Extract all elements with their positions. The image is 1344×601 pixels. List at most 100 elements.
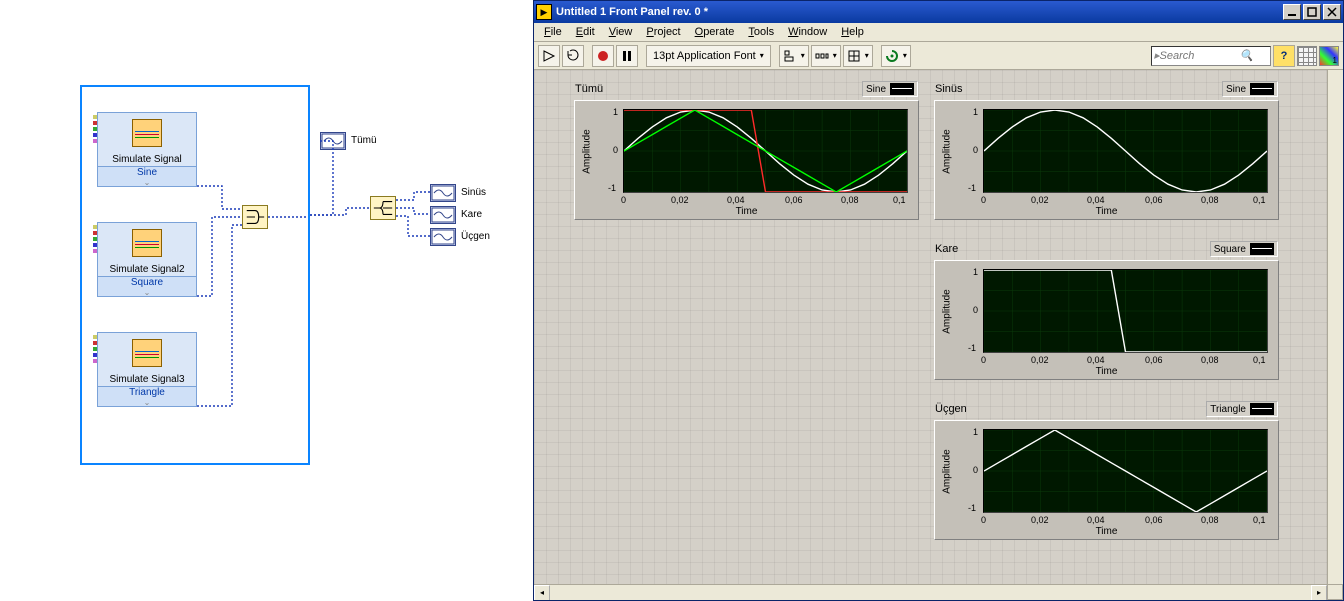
express-vi-icon bbox=[132, 119, 162, 147]
xtick: 0,08 bbox=[1201, 355, 1219, 365]
xtick: 0,08 bbox=[1201, 515, 1219, 525]
search-box[interactable]: ▸ 🔍 bbox=[1151, 46, 1271, 66]
menu-window[interactable]: Window bbox=[782, 25, 833, 39]
grid-toggle-icon[interactable] bbox=[1297, 46, 1317, 66]
close-button[interactable] bbox=[1323, 4, 1341, 20]
toolbar: 13pt Application Font▾ ▾ ▾ ▾ ▾ ▸ 🔍 ? bbox=[534, 42, 1343, 70]
simulate-signal-2[interactable]: Simulate Signal2 Square ⌄ bbox=[97, 222, 197, 297]
vi-label: Simulate Signal bbox=[98, 153, 196, 166]
x-axis-label: Time bbox=[935, 366, 1278, 377]
graph-ucgen[interactable]: Üçgen Triangle Amplitude 1 0 -1 0 0,02 0… bbox=[934, 420, 1279, 540]
simulate-signal-3[interactable]: Simulate Signal3 Triangle ⌄ bbox=[97, 332, 197, 407]
ytick: -1 bbox=[968, 183, 976, 193]
xtick: 0,04 bbox=[727, 195, 745, 205]
reorder-button[interactable]: ▾ bbox=[881, 45, 911, 67]
x-axis-label: Time bbox=[575, 206, 918, 217]
legend-label: Triangle bbox=[1210, 404, 1246, 415]
pause-button[interactable] bbox=[616, 45, 638, 67]
minimize-button[interactable] bbox=[1283, 4, 1301, 20]
vi-signal-output[interactable]: Triangle bbox=[98, 386, 196, 398]
font-selector[interactable]: 13pt Application Font▾ bbox=[646, 45, 771, 67]
expand-chevron-icon[interactable]: ⌄ bbox=[98, 288, 196, 296]
ytick: 0 bbox=[973, 305, 978, 315]
menu-help[interactable]: Help bbox=[835, 25, 870, 39]
xtick: 0,04 bbox=[1087, 195, 1105, 205]
legend-label: Sine bbox=[1226, 84, 1246, 95]
terminal-label: Üçgen bbox=[461, 231, 490, 242]
xtick: 0,06 bbox=[1145, 515, 1163, 525]
vi-icon[interactable] bbox=[1319, 46, 1339, 66]
front-panel-canvas[interactable]: Tümü Sine Amplitude 1 0 -1 0 0,02 0,04 0… bbox=[534, 70, 1343, 600]
menu-project[interactable]: Project bbox=[640, 25, 686, 39]
menu-tools[interactable]: Tools bbox=[742, 25, 780, 39]
plot-area[interactable] bbox=[983, 269, 1268, 353]
xtick: 0,04 bbox=[1087, 355, 1105, 365]
graph-title: Sinüs bbox=[935, 83, 963, 95]
scrollbar-corner bbox=[1327, 584, 1343, 600]
align-objects-button[interactable]: ▾ bbox=[779, 45, 809, 67]
graph-terminal-tumu[interactable]: Tümü bbox=[320, 132, 346, 150]
plot-area[interactable] bbox=[623, 109, 908, 193]
context-help-button[interactable]: ? bbox=[1273, 45, 1295, 67]
expand-chevron-icon[interactable]: ⌄ bbox=[98, 398, 196, 406]
ytick: -1 bbox=[968, 503, 976, 513]
scroll-left-button[interactable]: ◂ bbox=[534, 585, 550, 601]
split-signals-node[interactable] bbox=[370, 196, 396, 220]
menu-file[interactable]: File bbox=[538, 25, 568, 39]
graph-legend[interactable]: Square bbox=[1210, 241, 1278, 257]
run-continuously-button[interactable] bbox=[562, 45, 584, 67]
vi-signal-output[interactable]: Square bbox=[98, 276, 196, 288]
legend-swatch-icon bbox=[890, 83, 914, 95]
block-diagram-loop[interactable]: Simulate Signal Sine ⌄ Simulate Signal2 … bbox=[80, 85, 310, 465]
distribute-objects-button[interactable]: ▾ bbox=[811, 45, 841, 67]
y-axis-label: Amplitude bbox=[582, 129, 593, 173]
graph-terminal-kare[interactable]: Kare bbox=[430, 206, 456, 224]
graph-sinus[interactable]: Sinüs Sine Amplitude 1 0 -1 0 0,02 0,04 … bbox=[934, 100, 1279, 220]
ytick: 1 bbox=[613, 107, 618, 117]
xtick: 0,02 bbox=[1031, 515, 1049, 525]
abort-button[interactable] bbox=[592, 45, 614, 67]
y-axis-label: Amplitude bbox=[942, 449, 953, 493]
menu-edit[interactable]: Edit bbox=[570, 25, 601, 39]
window-titlebar[interactable]: ▶ Untitled 1 Front Panel rev. 0 * bbox=[534, 1, 1343, 23]
legend-swatch-icon bbox=[1250, 403, 1274, 415]
expand-chevron-icon[interactable]: ⌄ bbox=[98, 178, 196, 186]
xtick: 0,02 bbox=[1031, 195, 1049, 205]
maximize-button[interactable] bbox=[1303, 4, 1321, 20]
vertical-scrollbar[interactable] bbox=[1327, 70, 1343, 584]
scroll-right-button[interactable]: ▸ bbox=[1311, 585, 1327, 601]
ytick: 1 bbox=[973, 107, 978, 117]
resize-objects-button[interactable]: ▾ bbox=[843, 45, 873, 67]
xtick: 0,06 bbox=[1145, 195, 1163, 205]
ytick: 0 bbox=[973, 465, 978, 475]
xtick: 0 bbox=[981, 515, 986, 525]
menu-bar: File Edit View Project Operate Tools Win… bbox=[534, 23, 1343, 42]
menu-view[interactable]: View bbox=[603, 25, 639, 39]
vi-signal-output[interactable]: Sine bbox=[98, 166, 196, 178]
xtick: 0,1 bbox=[1253, 515, 1266, 525]
graph-title: Tümü bbox=[575, 83, 603, 95]
menu-operate[interactable]: Operate bbox=[689, 25, 741, 39]
plot-area[interactable] bbox=[983, 429, 1268, 513]
graph-terminal-ucgen[interactable]: Üçgen bbox=[430, 228, 456, 246]
horizontal-scrollbar[interactable]: ◂ ▸ bbox=[534, 584, 1327, 600]
labview-front-panel-window: ▶ Untitled 1 Front Panel rev. 0 * File E… bbox=[533, 0, 1344, 601]
legend-label: Square bbox=[1214, 244, 1246, 255]
run-button[interactable] bbox=[538, 45, 560, 67]
graph-legend[interactable]: Triangle bbox=[1206, 401, 1278, 417]
simulate-signal-1[interactable]: Simulate Signal Sine ⌄ bbox=[97, 112, 197, 187]
y-axis-label: Amplitude bbox=[942, 289, 953, 333]
graph-legend[interactable]: Sine bbox=[862, 81, 918, 97]
graph-terminal-sinus[interactable]: Sinüs bbox=[430, 184, 456, 202]
ytick: 1 bbox=[973, 427, 978, 437]
xtick: 0,02 bbox=[671, 195, 689, 205]
graph-legend[interactable]: Sine bbox=[1222, 81, 1278, 97]
plot-area[interactable] bbox=[983, 109, 1268, 193]
graph-kare[interactable]: Kare Square Amplitude 1 0 -1 0 0,02 0,04… bbox=[934, 260, 1279, 380]
search-input[interactable] bbox=[1160, 50, 1240, 62]
merge-signals-node[interactable] bbox=[242, 205, 268, 229]
vi-label: Simulate Signal3 bbox=[98, 373, 196, 386]
graph-tumu[interactable]: Tümü Sine Amplitude 1 0 -1 0 0,02 0,04 0… bbox=[574, 100, 919, 220]
xtick: 0,06 bbox=[785, 195, 803, 205]
font-label: 13pt Application Font bbox=[653, 50, 756, 62]
